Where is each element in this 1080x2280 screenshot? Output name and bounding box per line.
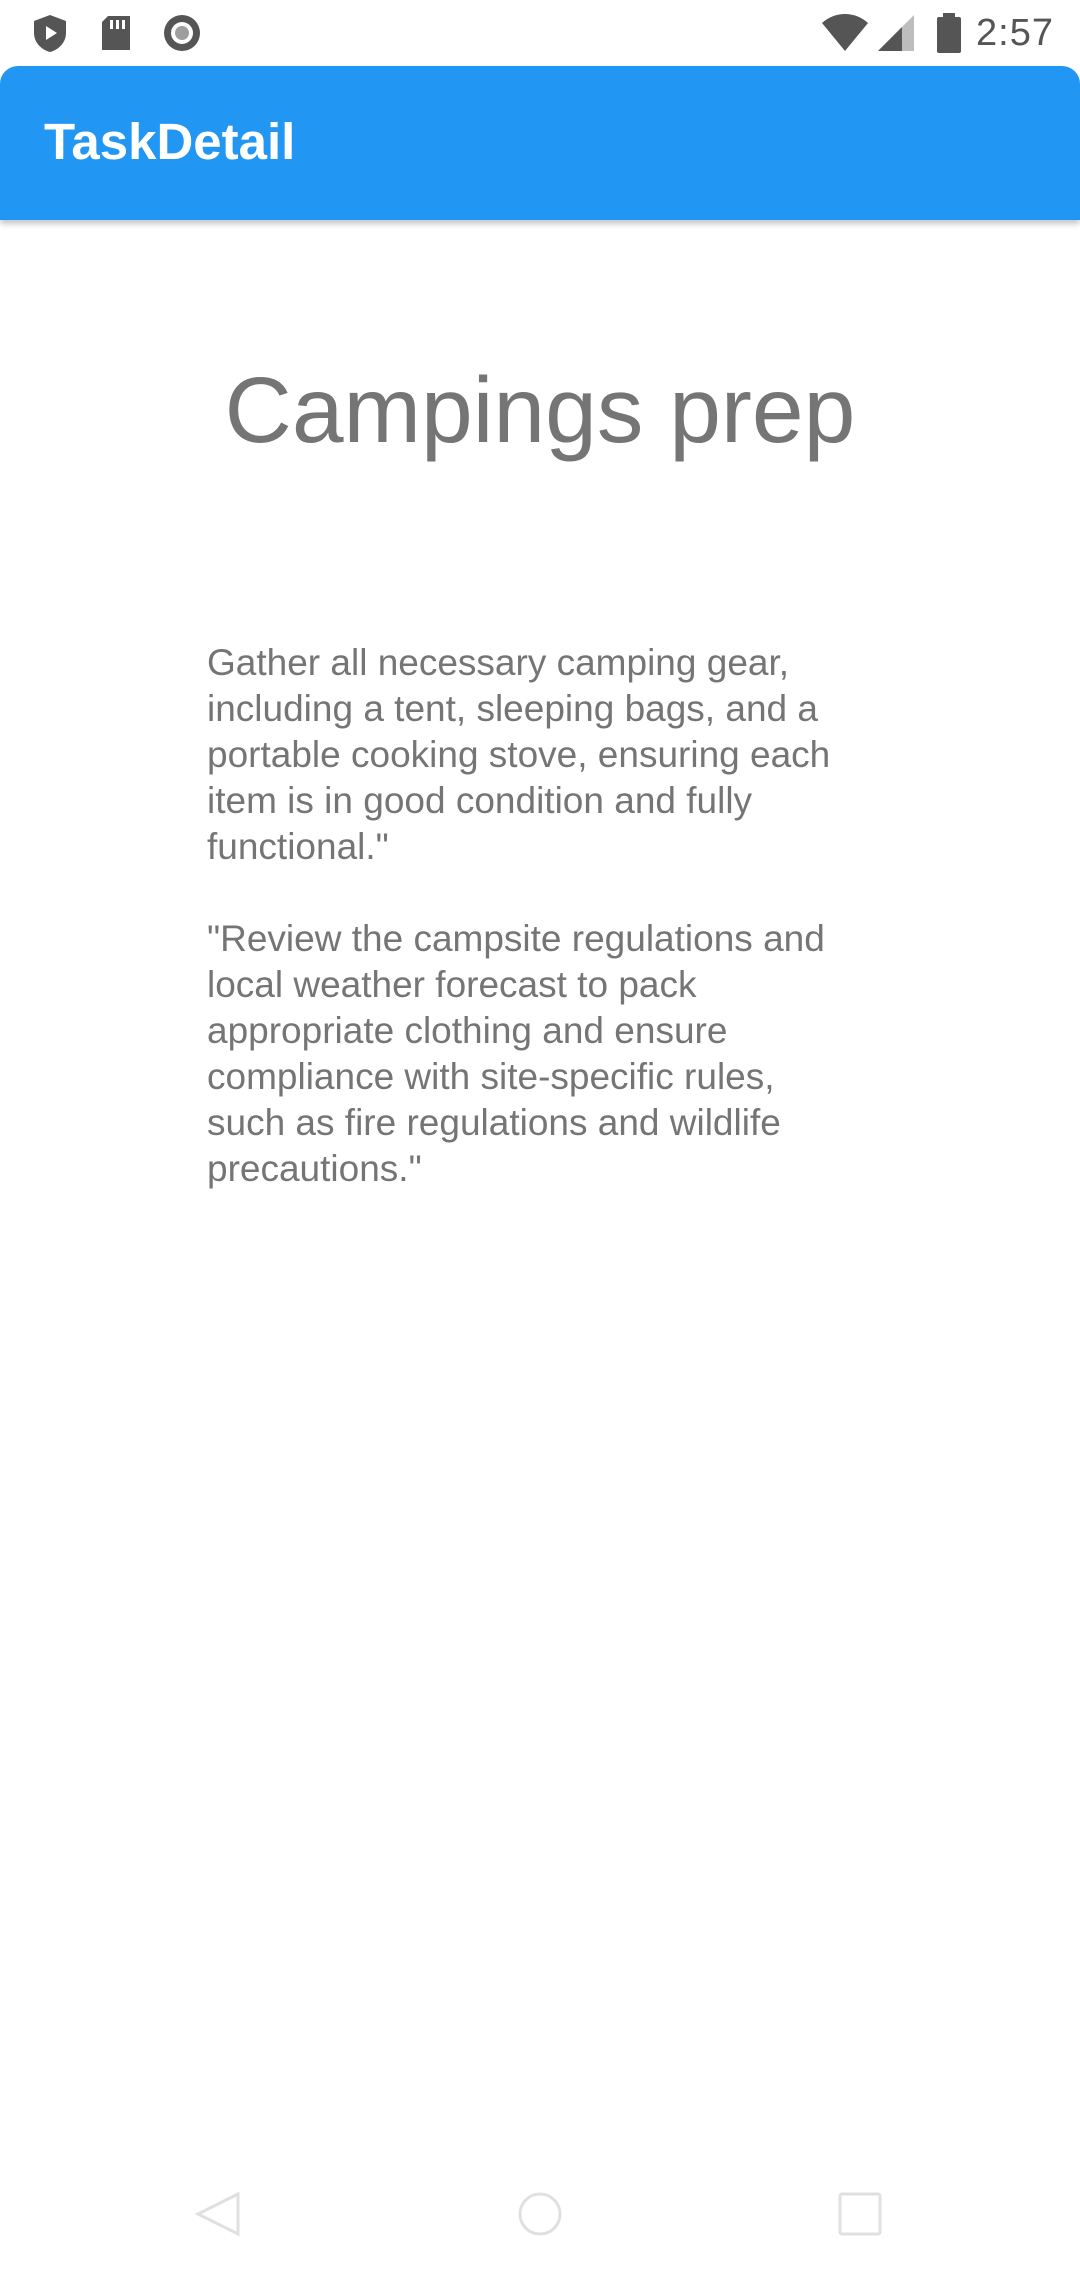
description-paragraph: Gather all necessary camping gear, inclu… [207, 642, 831, 867]
record-icon [162, 13, 202, 53]
app-bar: TaskDetail [0, 66, 1080, 220]
wifi-icon [820, 13, 870, 53]
status-time: 2:57 [976, 12, 1054, 54]
battery-icon [934, 13, 964, 53]
recents-icon[interactable] [836, 2190, 884, 2238]
task-description: Gather all necessary camping gear, inclu… [207, 640, 847, 1238]
task-title: Campings prep [224, 358, 856, 462]
app-bar-title: TaskDetail [44, 113, 296, 170]
back-icon[interactable] [194, 2190, 242, 2238]
description-paragraph: "Review the campsite regulations and loc… [207, 918, 825, 1189]
sd-card-icon [96, 13, 136, 53]
status-bar: 2:57 [0, 0, 1080, 66]
signal-icon [876, 13, 916, 53]
home-icon[interactable] [516, 2190, 564, 2238]
navigation-bar [0, 2160, 1080, 2280]
play-protect-icon [30, 13, 70, 53]
